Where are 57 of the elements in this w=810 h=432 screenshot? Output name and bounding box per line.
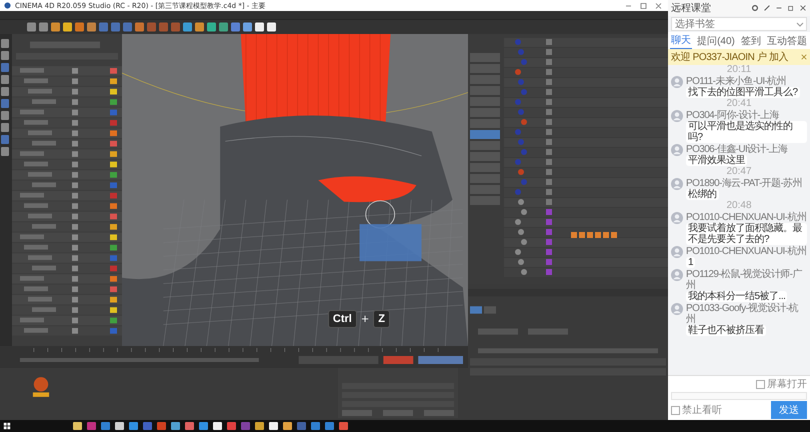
message-time: 20:47 xyxy=(725,167,753,177)
message-author: PO111-未来小鱼-UI-杭州 xyxy=(686,76,786,87)
chat-tab[interactable]: 提问(40) xyxy=(696,32,736,49)
message-bubble: 我要试着放了面积隐藏。最不是先要关了去的? xyxy=(686,223,807,245)
checkbox-label: 禁止看听 xyxy=(682,404,722,417)
message-time: 20:41 xyxy=(725,99,753,109)
taskbar-apps-drawing[interactable] xyxy=(71,421,351,431)
close-icon[interactable] xyxy=(801,54,807,60)
avatar-icon xyxy=(671,76,683,88)
timeline-drawing[interactable] xyxy=(0,346,468,368)
message-bubble: 平滑效果这里 xyxy=(686,155,747,166)
tool-palette-icon[interactable] xyxy=(0,38,10,158)
checkbox-label: 屏幕打开 xyxy=(767,378,807,391)
chat-title: 远程课堂 xyxy=(671,2,712,15)
message-author: PO1129-松鼠-视觉设计师-广州 xyxy=(686,269,803,291)
avatar-icon xyxy=(671,303,683,315)
message-bubble: 鞋子也不被挤压看 xyxy=(686,325,766,336)
material-ball-icon[interactable] xyxy=(32,376,50,398)
avatar-icon xyxy=(671,110,683,122)
keyboard-key: Ctrl xyxy=(328,310,357,328)
checkbox[interactable] xyxy=(671,406,680,414)
message-author: PO306-佳鑫-UI设计-上海 xyxy=(686,144,788,155)
message-author: PO304-阿你-设计-上海 xyxy=(686,110,779,121)
message-author: PO1890-海云-PAT-开题-苏州 xyxy=(686,178,802,189)
message-time: 20:48 xyxy=(725,201,753,211)
close-icon[interactable] xyxy=(799,4,807,12)
start-icon[interactable] xyxy=(3,422,11,430)
message-bubble: 松绑的 xyxy=(686,189,718,200)
plus-sign: + xyxy=(360,314,370,324)
avatar-icon xyxy=(671,212,683,224)
avatar-icon xyxy=(671,269,683,281)
checkbox[interactable] xyxy=(756,380,765,388)
message-bubble: 1 xyxy=(686,257,696,268)
message-bubble: 找下去的位图平滑工具么? xyxy=(686,87,800,98)
toolbar-icons-drawing[interactable] xyxy=(26,22,278,32)
chat-tab[interactable]: 签到 xyxy=(740,32,762,49)
app-logo-icon xyxy=(4,2,11,9)
message-bubble: 可以平滑也是选实的性的吗? xyxy=(686,121,807,143)
keyboard-key: Z xyxy=(373,310,390,328)
message-input-field[interactable] xyxy=(671,392,807,400)
message-author: PO1033-Goofy-视觉设计-杭州 xyxy=(686,303,800,325)
screen-checkbox[interactable]: 屏幕打开 xyxy=(756,377,807,391)
avatar-icon xyxy=(671,178,683,190)
send-button[interactable]: 发送 xyxy=(771,401,807,419)
window-controls-icon[interactable] xyxy=(624,2,664,10)
message-time: 20:11 xyxy=(726,65,752,75)
avatar-icon xyxy=(671,144,683,156)
message-author: PO1010-CHENXUAN-UI-杭州 xyxy=(686,246,806,257)
caret-icon xyxy=(796,22,804,27)
settings-icon[interactable] xyxy=(751,4,759,12)
notice-text: 欢迎 PO337-JIAOIN 户 加入 xyxy=(671,50,790,64)
restore-icon[interactable] xyxy=(787,4,795,12)
avatar-icon xyxy=(671,246,683,258)
message-bubble: 我的本科分一结5被了... xyxy=(686,291,788,302)
chat-tab[interactable]: 互动答题 xyxy=(766,32,808,49)
message-author: PO1010-CHENXUAN-UI-杭州 xyxy=(686,212,806,223)
bookmark-dropdown[interactable]: 选择书签 xyxy=(671,17,807,31)
